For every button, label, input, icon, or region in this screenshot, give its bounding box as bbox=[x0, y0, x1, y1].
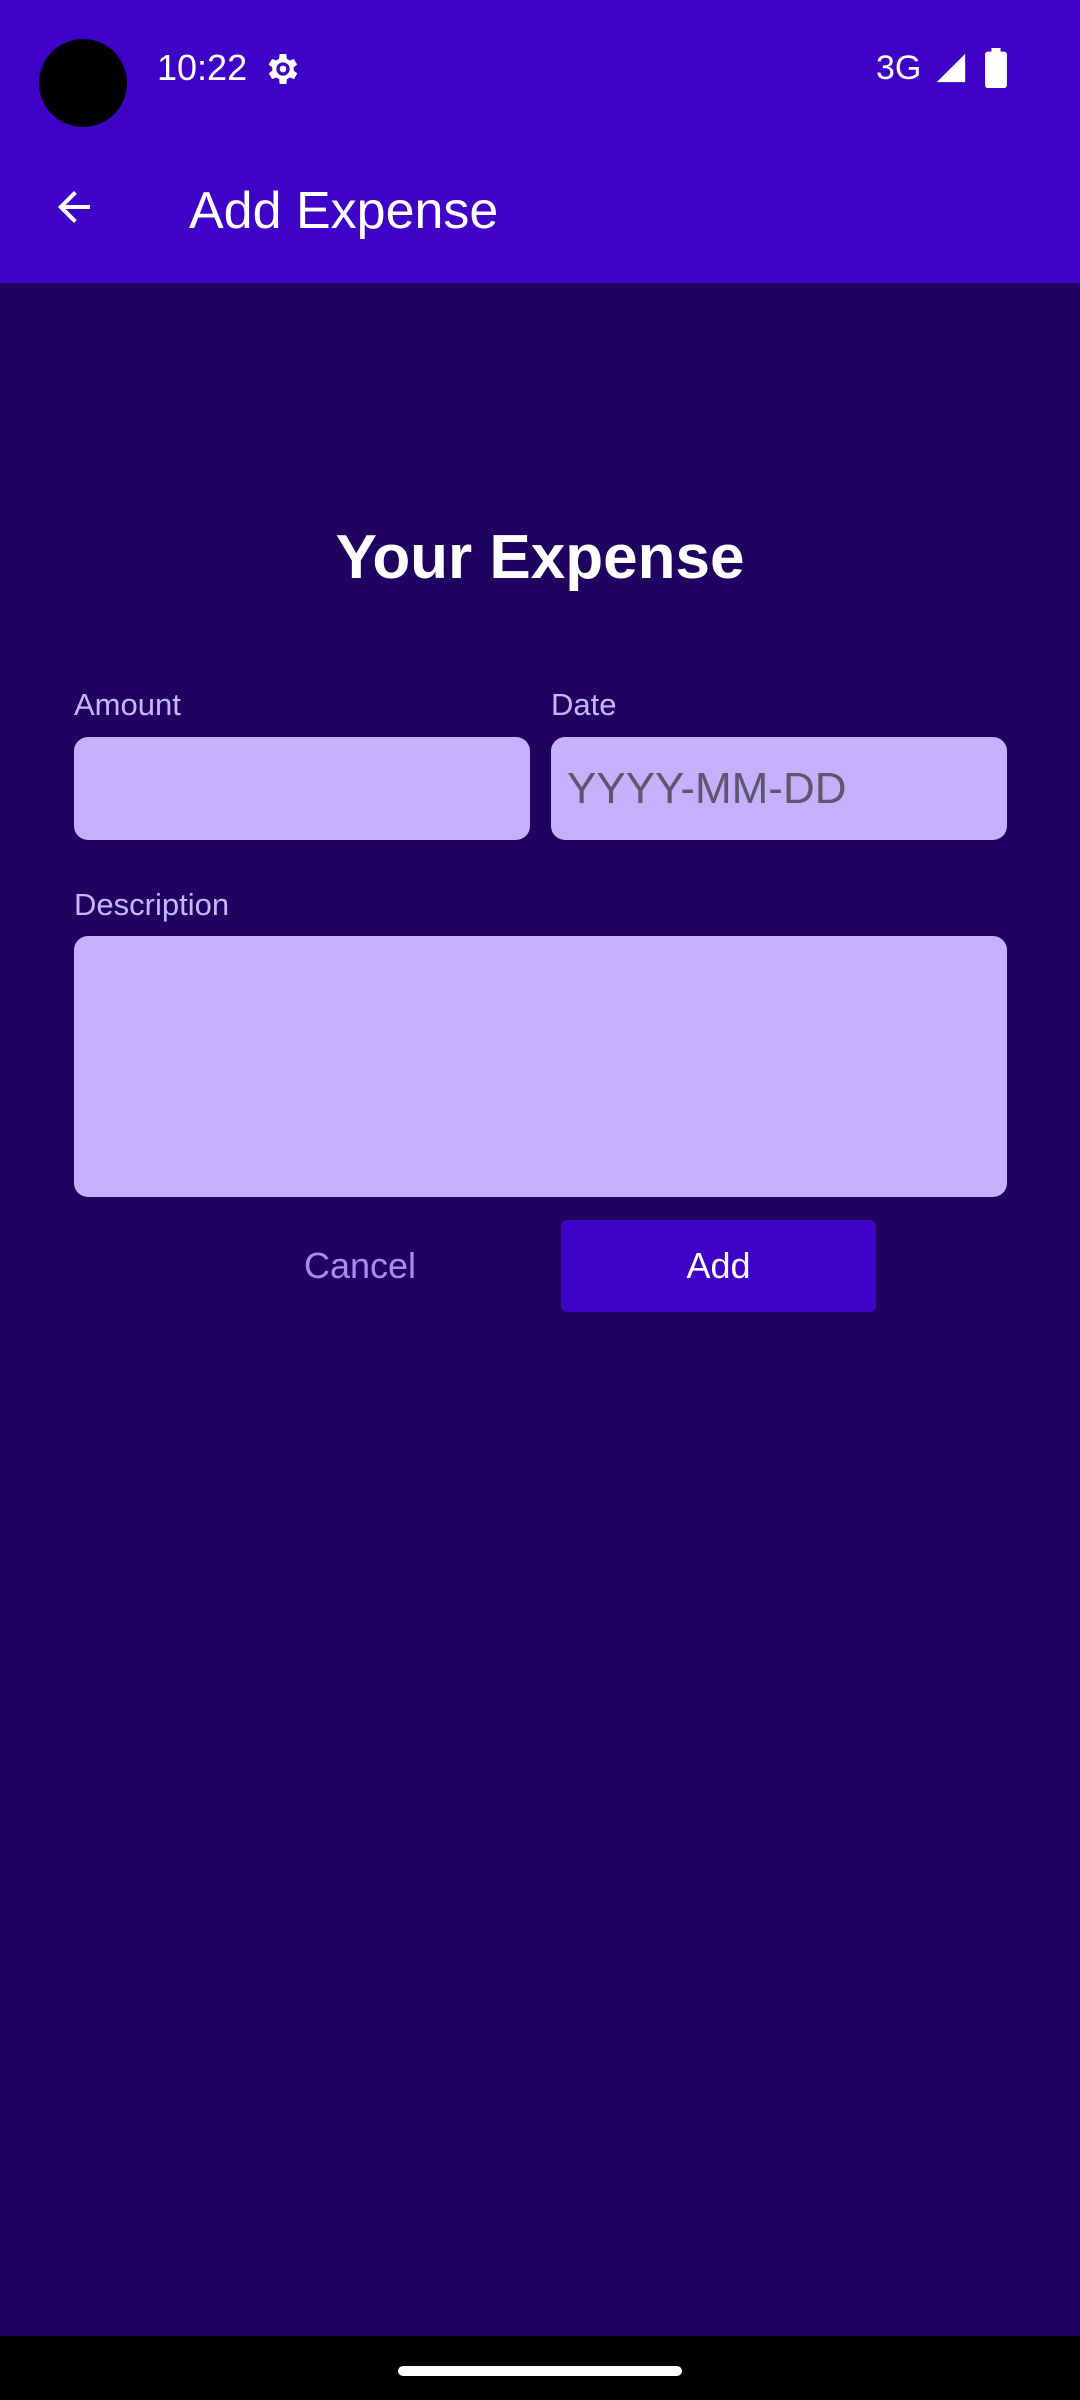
signal-icon bbox=[936, 53, 966, 83]
description-label: Description bbox=[74, 887, 230, 922]
add-button[interactable]: Add bbox=[561, 1220, 876, 1312]
home-gesture-handle[interactable] bbox=[398, 2366, 682, 2376]
back-button[interactable] bbox=[36, 169, 112, 245]
navigation-bar bbox=[0, 2336, 1080, 2400]
date-input[interactable] bbox=[551, 737, 1007, 840]
page-title: Add Expense bbox=[189, 182, 499, 240]
gear-icon bbox=[268, 54, 298, 84]
status-time: 10:22 bbox=[157, 47, 248, 88]
arrow-back-icon bbox=[58, 191, 90, 223]
description-input[interactable] bbox=[74, 936, 1007, 1197]
app-bar: Add Expense bbox=[0, 135, 1080, 283]
status-bar: 10:22 3G bbox=[0, 0, 1080, 135]
network-type-label: 3G bbox=[876, 49, 922, 87]
form-heading: Your Expense bbox=[335, 523, 745, 592]
camera-cutout bbox=[39, 39, 127, 127]
amount-input[interactable] bbox=[74, 737, 530, 840]
amount-label: Amount bbox=[74, 687, 181, 722]
battery-icon bbox=[985, 48, 1007, 88]
cancel-button[interactable]: Cancel bbox=[250, 1220, 470, 1312]
date-label: Date bbox=[551, 687, 617, 722]
